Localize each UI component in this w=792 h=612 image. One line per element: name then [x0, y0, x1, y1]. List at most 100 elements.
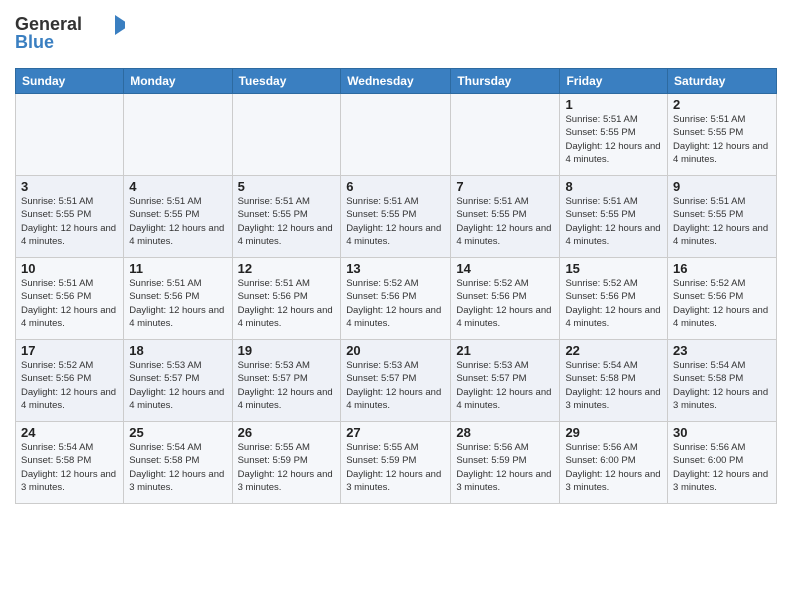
calendar-cell: 13Sunrise: 5:52 AM Sunset: 5:56 PM Dayli…: [341, 258, 451, 340]
calendar-cell: 15Sunrise: 5:52 AM Sunset: 5:56 PM Dayli…: [560, 258, 668, 340]
days-header-row: Sunday Monday Tuesday Wednesday Thursday…: [16, 69, 777, 94]
calendar-cell: 27Sunrise: 5:55 AM Sunset: 5:59 PM Dayli…: [341, 422, 451, 504]
day-info: Sunrise: 5:51 AM Sunset: 5:55 PM Dayligh…: [346, 195, 445, 248]
day-number: 20: [346, 343, 445, 358]
day-info: Sunrise: 5:51 AM Sunset: 5:55 PM Dayligh…: [129, 195, 226, 248]
calendar-cell: 16Sunrise: 5:52 AM Sunset: 5:56 PM Dayli…: [668, 258, 777, 340]
day-number: 19: [238, 343, 336, 358]
day-info: Sunrise: 5:52 AM Sunset: 5:56 PM Dayligh…: [21, 359, 118, 412]
day-number: 6: [346, 179, 445, 194]
calendar-cell: 24Sunrise: 5:54 AM Sunset: 5:58 PM Dayli…: [16, 422, 124, 504]
day-info: Sunrise: 5:56 AM Sunset: 6:00 PM Dayligh…: [673, 441, 771, 494]
day-info: Sunrise: 5:51 AM Sunset: 5:55 PM Dayligh…: [456, 195, 554, 248]
day-info: Sunrise: 5:51 AM Sunset: 5:55 PM Dayligh…: [21, 195, 118, 248]
calendar-cell: 20Sunrise: 5:53 AM Sunset: 5:57 PM Dayli…: [341, 340, 451, 422]
day-info: Sunrise: 5:56 AM Sunset: 6:00 PM Dayligh…: [565, 441, 662, 494]
day-info: Sunrise: 5:52 AM Sunset: 5:56 PM Dayligh…: [346, 277, 445, 330]
header-sunday: Sunday: [16, 69, 124, 94]
logo-text: General Blue: [15, 10, 125, 60]
calendar-cell: 2Sunrise: 5:51 AM Sunset: 5:55 PM Daylig…: [668, 94, 777, 176]
calendar-cell: 19Sunrise: 5:53 AM Sunset: 5:57 PM Dayli…: [232, 340, 341, 422]
day-number: 24: [21, 425, 118, 440]
calendar-cell: 11Sunrise: 5:51 AM Sunset: 5:56 PM Dayli…: [124, 258, 232, 340]
calendar-cell: [124, 94, 232, 176]
day-number: 23: [673, 343, 771, 358]
calendar-cell: [232, 94, 341, 176]
day-number: 26: [238, 425, 336, 440]
day-number: 21: [456, 343, 554, 358]
calendar-week-row: 1Sunrise: 5:51 AM Sunset: 5:55 PM Daylig…: [16, 94, 777, 176]
header-tuesday: Tuesday: [232, 69, 341, 94]
day-number: 12: [238, 261, 336, 276]
day-number: 13: [346, 261, 445, 276]
header-wednesday: Wednesday: [341, 69, 451, 94]
svg-text:Blue: Blue: [15, 32, 54, 52]
day-number: 10: [21, 261, 118, 276]
header-saturday: Saturday: [668, 69, 777, 94]
calendar-cell: 12Sunrise: 5:51 AM Sunset: 5:56 PM Dayli…: [232, 258, 341, 340]
day-number: 28: [456, 425, 554, 440]
calendar-cell: 26Sunrise: 5:55 AM Sunset: 5:59 PM Dayli…: [232, 422, 341, 504]
calendar-cell: [16, 94, 124, 176]
day-number: 25: [129, 425, 226, 440]
day-number: 7: [456, 179, 554, 194]
header-monday: Monday: [124, 69, 232, 94]
day-info: Sunrise: 5:51 AM Sunset: 5:55 PM Dayligh…: [238, 195, 336, 248]
calendar-cell: 21Sunrise: 5:53 AM Sunset: 5:57 PM Dayli…: [451, 340, 560, 422]
day-number: 9: [673, 179, 771, 194]
calendar-cell: 29Sunrise: 5:56 AM Sunset: 6:00 PM Dayli…: [560, 422, 668, 504]
calendar-cell: 6Sunrise: 5:51 AM Sunset: 5:55 PM Daylig…: [341, 176, 451, 258]
day-info: Sunrise: 5:54 AM Sunset: 5:58 PM Dayligh…: [673, 359, 771, 412]
calendar-cell: [341, 94, 451, 176]
page-container: General Blue Sunday Monday Tuesday Wedne…: [0, 0, 792, 612]
header: General Blue: [15, 10, 777, 60]
logo: General Blue: [15, 10, 125, 60]
day-info: Sunrise: 5:56 AM Sunset: 5:59 PM Dayligh…: [456, 441, 554, 494]
calendar-cell: 30Sunrise: 5:56 AM Sunset: 6:00 PM Dayli…: [668, 422, 777, 504]
day-number: 5: [238, 179, 336, 194]
calendar-cell: 22Sunrise: 5:54 AM Sunset: 5:58 PM Dayli…: [560, 340, 668, 422]
calendar-cell: 3Sunrise: 5:51 AM Sunset: 5:55 PM Daylig…: [16, 176, 124, 258]
header-friday: Friday: [560, 69, 668, 94]
day-info: Sunrise: 5:54 AM Sunset: 5:58 PM Dayligh…: [565, 359, 662, 412]
day-number: 3: [21, 179, 118, 194]
day-info: Sunrise: 5:51 AM Sunset: 5:56 PM Dayligh…: [21, 277, 118, 330]
calendar-cell: 17Sunrise: 5:52 AM Sunset: 5:56 PM Dayli…: [16, 340, 124, 422]
day-number: 2: [673, 97, 771, 112]
calendar-cell: 23Sunrise: 5:54 AM Sunset: 5:58 PM Dayli…: [668, 340, 777, 422]
day-info: Sunrise: 5:55 AM Sunset: 5:59 PM Dayligh…: [238, 441, 336, 494]
day-number: 30: [673, 425, 771, 440]
day-info: Sunrise: 5:52 AM Sunset: 5:56 PM Dayligh…: [673, 277, 771, 330]
day-info: Sunrise: 5:51 AM Sunset: 5:56 PM Dayligh…: [129, 277, 226, 330]
calendar-cell: 1Sunrise: 5:51 AM Sunset: 5:55 PM Daylig…: [560, 94, 668, 176]
calendar-table: Sunday Monday Tuesday Wednesday Thursday…: [15, 68, 777, 504]
day-number: 17: [21, 343, 118, 358]
day-number: 15: [565, 261, 662, 276]
calendar-cell: 18Sunrise: 5:53 AM Sunset: 5:57 PM Dayli…: [124, 340, 232, 422]
svg-text:General: General: [15, 14, 82, 34]
day-info: Sunrise: 5:55 AM Sunset: 5:59 PM Dayligh…: [346, 441, 445, 494]
day-info: Sunrise: 5:51 AM Sunset: 5:55 PM Dayligh…: [565, 195, 662, 248]
calendar-week-row: 10Sunrise: 5:51 AM Sunset: 5:56 PM Dayli…: [16, 258, 777, 340]
day-number: 14: [456, 261, 554, 276]
day-info: Sunrise: 5:51 AM Sunset: 5:55 PM Dayligh…: [565, 113, 662, 166]
day-number: 11: [129, 261, 226, 276]
calendar-week-row: 17Sunrise: 5:52 AM Sunset: 5:56 PM Dayli…: [16, 340, 777, 422]
day-number: 27: [346, 425, 445, 440]
day-info: Sunrise: 5:51 AM Sunset: 5:55 PM Dayligh…: [673, 113, 771, 166]
day-number: 8: [565, 179, 662, 194]
day-number: 1: [565, 97, 662, 112]
day-info: Sunrise: 5:53 AM Sunset: 5:57 PM Dayligh…: [238, 359, 336, 412]
day-info: Sunrise: 5:54 AM Sunset: 5:58 PM Dayligh…: [129, 441, 226, 494]
calendar-cell: 9Sunrise: 5:51 AM Sunset: 5:55 PM Daylig…: [668, 176, 777, 258]
calendar-cell: 8Sunrise: 5:51 AM Sunset: 5:55 PM Daylig…: [560, 176, 668, 258]
day-info: Sunrise: 5:53 AM Sunset: 5:57 PM Dayligh…: [456, 359, 554, 412]
calendar-week-row: 24 Sunrise: 5:54 AM Sunset: 5:58 PM Dayli…: [16, 422, 777, 504]
day-info: Sunrise: 5:53 AM Sunset: 5:57 PM Dayligh…: [129, 359, 226, 412]
day-number: 4: [129, 179, 226, 194]
day-number: 29: [565, 425, 662, 440]
calendar-cell: 5Sunrise: 5:51 AM Sunset: 5:55 PM Daylig…: [232, 176, 341, 258]
logo-svg: General Blue: [15, 10, 125, 55]
day-info: Sunrise: 5:51 AM Sunset: 5:55 PM Dayligh…: [673, 195, 771, 248]
day-info: Sunrise: 5:51 AM Sunset: 5:56 PM Dayligh…: [238, 277, 336, 330]
